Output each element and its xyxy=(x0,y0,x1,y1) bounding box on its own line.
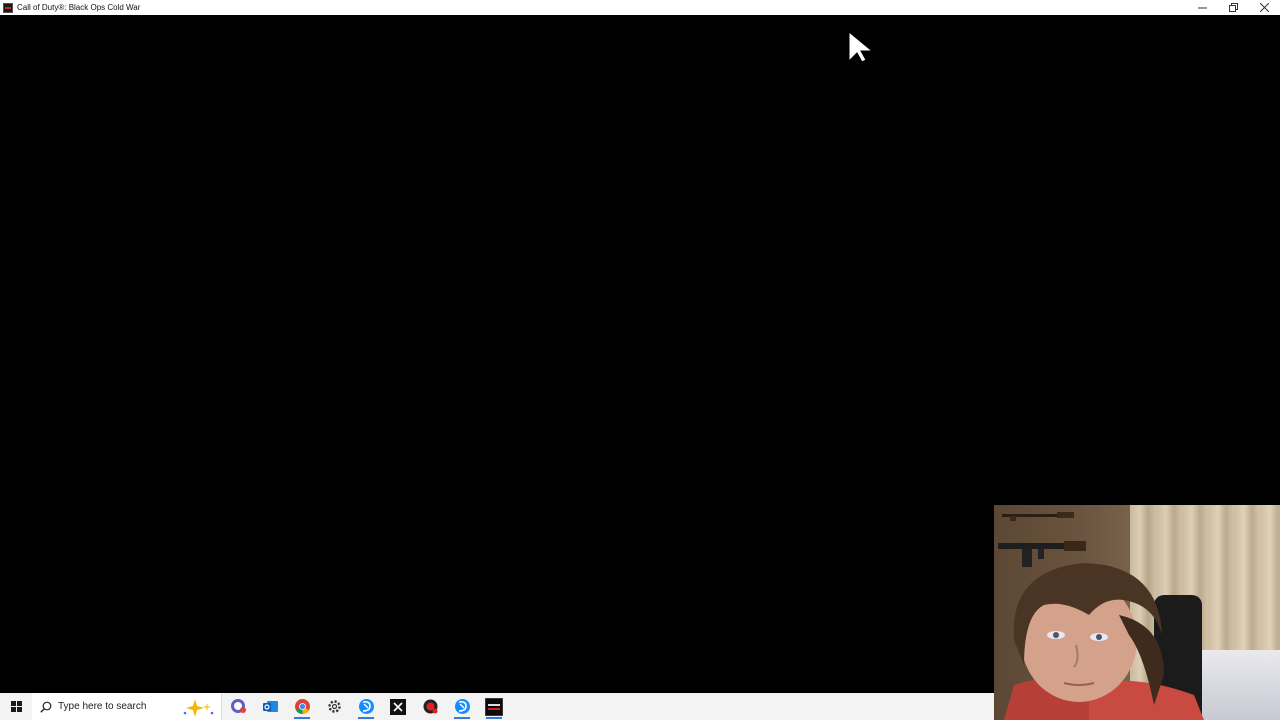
restore-button[interactable] xyxy=(1218,0,1249,15)
minimize-button[interactable] xyxy=(1187,0,1218,15)
webcam-overlay xyxy=(994,505,1280,720)
battlenet-icon xyxy=(358,699,374,714)
taskbar-app-epic[interactable] xyxy=(382,693,414,720)
taskbar-app-outlook[interactable] xyxy=(254,693,286,720)
epic-games-icon xyxy=(390,698,406,715)
taskbar-app-settings[interactable] xyxy=(318,693,350,720)
taskbar-app-battlenet-2[interactable] xyxy=(446,693,478,720)
close-button[interactable] xyxy=(1249,0,1280,15)
search-input[interactable] xyxy=(58,701,168,712)
streamer-face xyxy=(1004,563,1204,720)
search-highlight-icon xyxy=(183,699,214,717)
game-app-icon xyxy=(3,2,13,13)
window-title: Call of Duty®: Black Ops Cold War xyxy=(17,3,141,12)
taskbar-app-chat[interactable] xyxy=(222,693,254,720)
title-bar: Call of Duty®: Black Ops Cold War xyxy=(0,0,1280,15)
taskbar-app-chrome[interactable] xyxy=(286,693,318,720)
minimize-icon xyxy=(1198,7,1207,9)
black-ops-icon xyxy=(485,697,503,716)
outlook-icon xyxy=(262,701,278,712)
restore-icon xyxy=(1229,3,1238,12)
close-icon xyxy=(1260,3,1269,12)
chrome-icon xyxy=(294,699,310,714)
record-icon xyxy=(423,699,437,714)
taskbar-app-black-ops[interactable] xyxy=(478,693,510,720)
taskbar-app-record[interactable] xyxy=(414,693,446,720)
settings-icon xyxy=(327,700,341,713)
chat-icon xyxy=(230,699,246,713)
windows-icon xyxy=(10,701,22,712)
wall-rifle-icon xyxy=(1002,512,1074,521)
taskbar-search-box[interactable] xyxy=(32,693,222,720)
taskbar-app-battlenet[interactable] xyxy=(350,693,382,720)
window-controls xyxy=(1187,0,1280,15)
battlenet-icon xyxy=(454,699,470,714)
search-icon xyxy=(40,701,52,713)
taskbar xyxy=(0,693,994,720)
start-button[interactable] xyxy=(0,693,32,720)
mouse-cursor-icon xyxy=(848,31,874,63)
